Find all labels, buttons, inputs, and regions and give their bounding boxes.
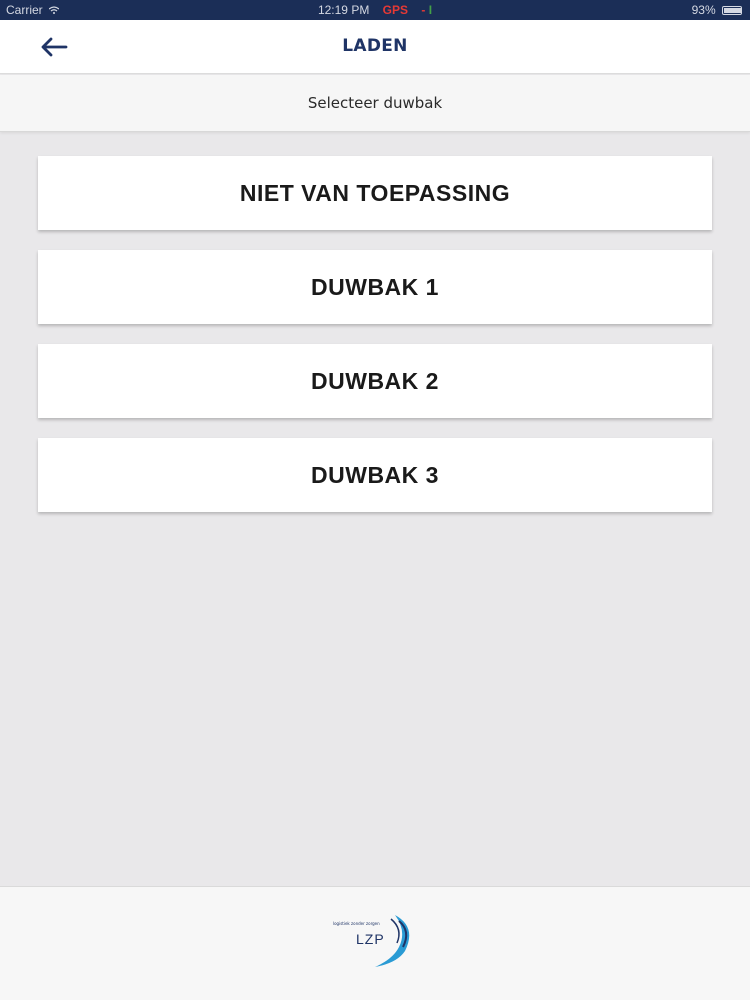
- logo-tagline: logistiek zonder zorgen: [333, 921, 380, 926]
- status-center: 12:19 PM GPS - I: [0, 3, 750, 17]
- footer: logistiek zonder zorgen LZP: [0, 886, 750, 1000]
- options-list: NIET VAN TOEPASSING DUWBAK 1 DUWBAK 2 DU…: [38, 156, 712, 532]
- page-title: LADEN: [342, 36, 408, 56]
- nav-bar: LADEN: [0, 20, 750, 74]
- lzp-logo: logistiek zonder zorgen LZP: [333, 911, 419, 969]
- option-label: DUWBAK 3: [311, 461, 439, 488]
- status-bar: Carrier 12:19 PM GPS - I 93%: [0, 0, 750, 20]
- logo-text: LZP: [356, 931, 385, 947]
- battery-indicator: 93%: [692, 3, 742, 17]
- option-label: NIET VAN TOEPASSING: [239, 179, 511, 206]
- battery-percent: 93%: [691, 3, 716, 17]
- battery-icon: [722, 6, 742, 16]
- option-duwbak-1-button[interactable]: DUWBAK 1: [38, 250, 712, 324]
- gps-signal: I: [428, 3, 433, 17]
- option-label: DUWBAK 2: [311, 367, 439, 394]
- option-label: DUWBAK 1: [311, 273, 439, 300]
- gps-label: GPS: [382, 3, 409, 17]
- gps-separator: -: [421, 3, 426, 17]
- clock: 12:19 PM: [317, 3, 370, 17]
- option-niet-van-toepassing-button[interactable]: NIET VAN TOEPASSING: [38, 156, 712, 230]
- option-duwbak-3-button[interactable]: DUWBAK 3: [38, 438, 712, 512]
- option-duwbak-2-button[interactable]: DUWBAK 2: [38, 344, 712, 418]
- instruction-text: Selecteer duwbak: [307, 94, 443, 112]
- sub-header: Selecteer duwbak: [0, 75, 750, 132]
